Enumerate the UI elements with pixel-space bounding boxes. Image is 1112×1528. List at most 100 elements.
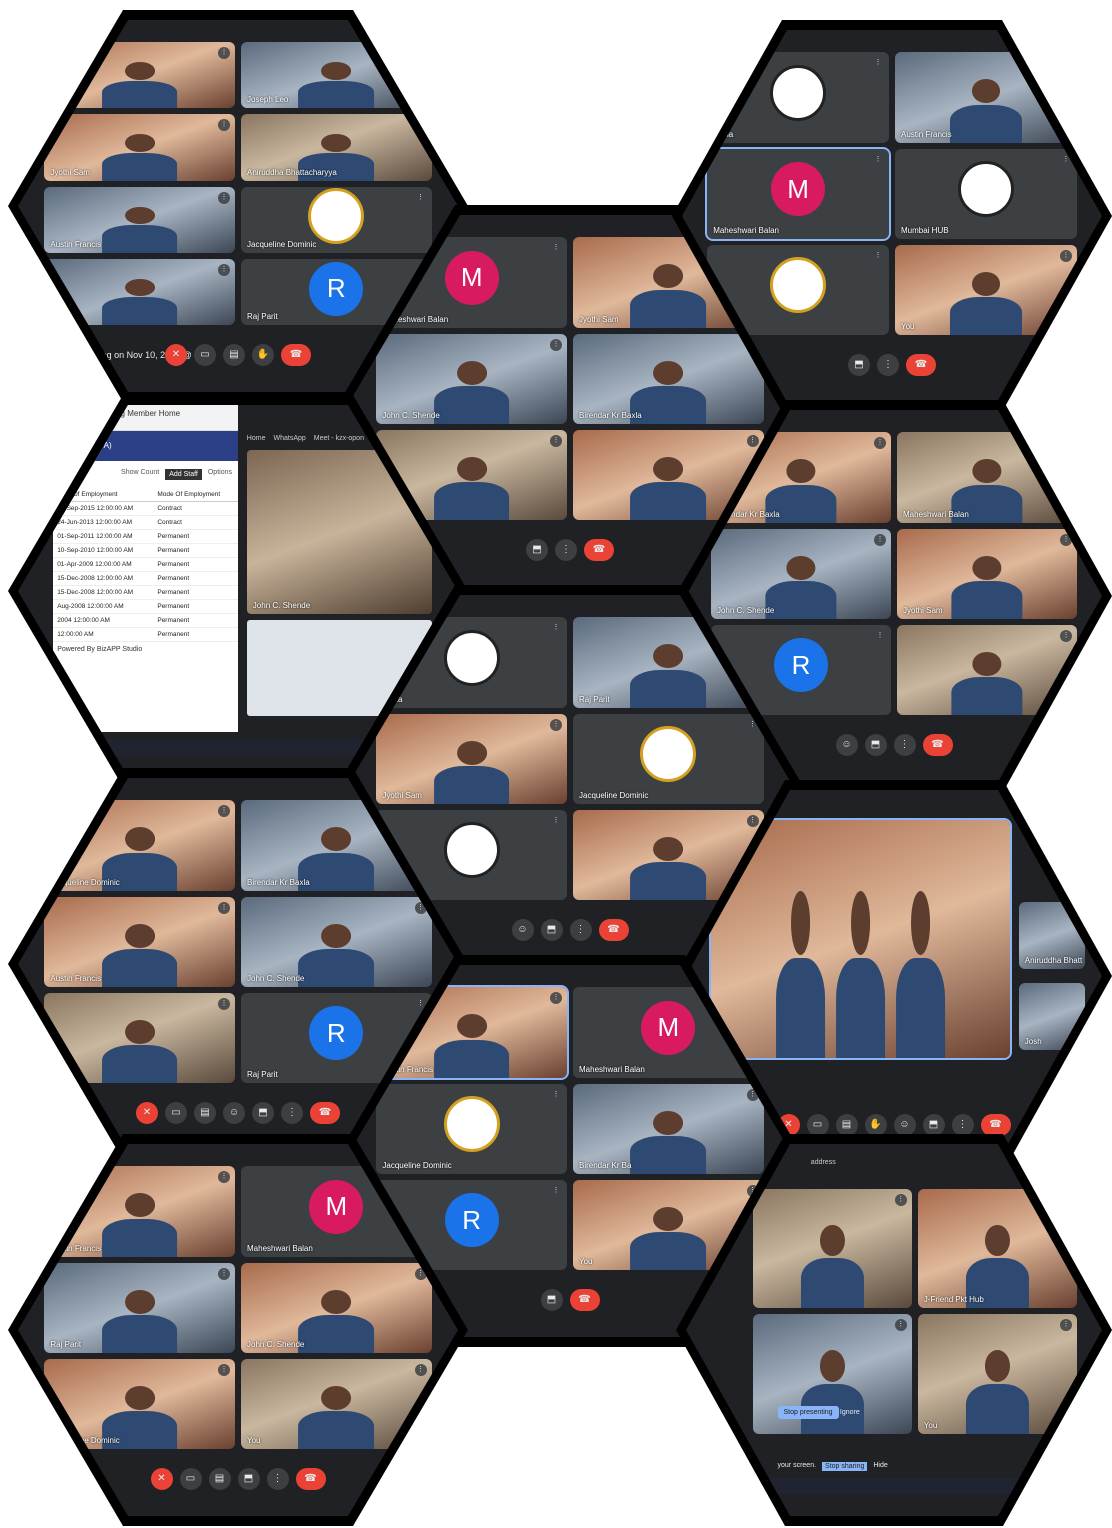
camera-icon[interactable]: ▭ [179, 1467, 202, 1490]
table-row: 01-Sep-2011 12:00:00 AM Permanent [53, 529, 238, 544]
table-row: 10-Sep-2010 12:00:00 AM Permanent [53, 543, 238, 558]
emoji-icon[interactable]: ☺ [893, 1113, 916, 1136]
end-icon[interactable]: ☎ [980, 1113, 1011, 1136]
present-icon[interactable]: ⬒ [922, 1113, 945, 1136]
participant-tile[interactable]: ⋮ John C. Shende [241, 896, 432, 987]
side-participant-tile[interactable]: Aniruddha Bhatt [1018, 901, 1086, 969]
stop-presenting-button[interactable]: Stop presenting [777, 1406, 839, 1420]
pinned-room-video[interactable] [708, 817, 1013, 1060]
participant-tile[interactable]: ⋮ Aniruddha Bhattacharyya [241, 114, 432, 181]
participant-tile[interactable]: ⋮ Nirmal [44, 42, 235, 109]
side-participant-tile[interactable]: Josh [1018, 983, 1086, 1051]
hand-icon[interactable]: ✋ [864, 1113, 887, 1136]
participant-tile[interactable]: ⋮ Raj Parit [44, 1262, 235, 1353]
present-icon[interactable]: ⬒ [540, 918, 563, 941]
present-icon[interactable]: ⬒ [237, 1467, 260, 1490]
emoji-icon[interactable]: ☺ [835, 733, 858, 756]
participant-tile[interactable]: ⋮ Baxla [707, 52, 889, 143]
participant-tile[interactable]: ⋮ Shende [44, 258, 235, 326]
participant-name: Austin Francis [901, 129, 952, 139]
mic-off-icon[interactable]: ✕ [150, 1467, 173, 1490]
participant-tile[interactable]: ⋮ You [917, 1314, 1078, 1435]
participant-tile[interactable]: ⋮ Maheshwari Balan [897, 432, 1078, 523]
end-icon[interactable]: ☎ [281, 343, 311, 366]
emoji-icon[interactable]: ☺ [511, 918, 534, 941]
table-cell: 2004 12:00:00 AM [53, 613, 154, 628]
stop-sharing-button[interactable]: Stop sharing [822, 1462, 868, 1472]
captions-icon[interactable]: ▤ [223, 343, 245, 366]
bookmark-link[interactable]: Home [247, 435, 266, 442]
participant-tile[interactable]: ⋮ Jyothi Sam [897, 528, 1078, 619]
end-icon[interactable]: ☎ [598, 918, 629, 941]
participant-tile[interactable]: ⋮ John C. Shende [241, 1262, 432, 1353]
more-icon[interactable]: ⋮ [555, 538, 577, 561]
end-icon[interactable]: ☎ [295, 1467, 326, 1490]
member-home-link[interactable]: Member Home [127, 409, 180, 418]
ignore-button[interactable]: Ignore [840, 1409, 860, 1416]
participant-tile[interactable]: ⋮ Jacqueline Dominic [573, 713, 764, 804]
camera-icon[interactable]: ▭ [806, 1113, 829, 1136]
participant-tile[interactable]: ⋮ [707, 244, 889, 336]
hand-icon[interactable]: ✋ [252, 343, 274, 366]
participant-tile[interactable]: ⋮ You [895, 244, 1077, 336]
participant-tile[interactable]: ⋮ Birendar Kr Ba [573, 1083, 764, 1174]
more-icon[interactable]: ⋮ [569, 918, 592, 941]
participant-tile[interactable]: ⋮ Austin Francis [895, 52, 1077, 143]
participant-tile[interactable]: ⋮ Joseph Leo [241, 42, 432, 109]
mic-status-icon: ⋮ [874, 533, 886, 546]
participant-name: Nirmal [50, 95, 74, 105]
participant-tile[interactable]: ⋮ Jyothi Sam [376, 713, 567, 804]
end-icon[interactable]: ☎ [584, 538, 614, 561]
browser-address-bar[interactable]: www.childmiss.org Member Home [53, 405, 238, 431]
more-icon[interactable]: ⋮ [951, 1113, 974, 1136]
options-dropdown[interactable]: Options [208, 469, 232, 480]
participant-tile[interactable]: ⋮ Mumbai HUB [895, 148, 1077, 239]
end-icon[interactable]: ☎ [569, 1288, 600, 1311]
table-cell: Permanent [153, 613, 238, 628]
camera-icon[interactable]: ▭ [194, 343, 216, 366]
participant-tile[interactable]: ⋮ John C. Shende [710, 528, 891, 619]
participant-tile[interactable]: ⋮ Austin Francis [44, 186, 235, 253]
participant-tile[interactable]: ⋮ Austin Francis [44, 1166, 235, 1257]
mic-off-icon[interactable]: ✕ [136, 1101, 158, 1124]
end-icon[interactable]: ☎ [906, 353, 936, 376]
more-icon[interactable]: ⋮ [877, 353, 899, 376]
captions-icon[interactable]: ▤ [208, 1467, 231, 1490]
captions-icon[interactable]: ▤ [194, 1101, 216, 1124]
camera-icon[interactable]: ▭ [165, 1101, 187, 1124]
more-icon[interactable]: ⋮ [281, 1101, 303, 1124]
bookmark-link[interactable]: Meet - kzx-opon [314, 435, 364, 442]
participant-tile[interactable]: ⋮ Austin Francis [44, 896, 235, 987]
more-icon[interactable]: ⋮ [893, 733, 916, 756]
participant-tile[interactable]: ⋮ J-Friend Pkt Hub [917, 1188, 1078, 1309]
participant-tile[interactable]: ⋮ You [241, 1358, 432, 1450]
captions-icon[interactable]: ▤ [835, 1113, 858, 1136]
participant-figure [962, 1350, 1032, 1435]
participant-tile[interactable]: ⋮ Jacqueline Dominic [44, 1358, 235, 1450]
emoji-icon[interactable]: ☺ [223, 1101, 245, 1124]
more-icon[interactable]: ⋮ [266, 1467, 289, 1490]
participant-tile[interactable]: ⋮ [752, 1188, 912, 1309]
bookmark-link[interactable]: WhatsApp [273, 435, 305, 442]
mic-status-icon: ⋮ [1059, 57, 1072, 70]
present-icon[interactable]: ⬒ [864, 733, 887, 756]
participant-tile[interactable]: ⋮ Jacqueline Dominic [44, 800, 235, 891]
participant-tile[interactable]: ⋮ Jyothi Sam [44, 114, 235, 181]
participant-tile[interactable]: ⋮ John C. Shende [376, 333, 567, 424]
add-staff-button[interactable]: Add Staff [165, 469, 202, 480]
participant-tile[interactable]: ⋮ [897, 624, 1078, 716]
participant-tile[interactable]: M ⋮ Maheshwari Balan [705, 146, 891, 241]
participant-tile[interactable]: ⋮ Jacqueline Dominic [241, 186, 432, 253]
present-icon[interactable]: ⬒ [252, 1101, 274, 1124]
end-icon[interactable]: ☎ [310, 1101, 340, 1124]
present-icon[interactable]: ⬒ [526, 538, 548, 561]
present-icon[interactable]: ⬒ [848, 353, 870, 376]
hide-button[interactable]: Hide [873, 1462, 887, 1471]
participant-tile[interactable]: ⋮ [44, 992, 235, 1084]
present-icon[interactable]: ⬒ [540, 1288, 563, 1311]
show-count-button[interactable]: Show Count [121, 469, 159, 480]
mic-off-icon[interactable]: ✕ [165, 343, 187, 366]
end-icon[interactable]: ☎ [922, 733, 953, 756]
participant-tile[interactable]: ⋮Birendar Kr Baxla [573, 333, 764, 424]
participant-tile[interactable]: ⋮ Jacqueline Dominic [376, 1083, 567, 1174]
